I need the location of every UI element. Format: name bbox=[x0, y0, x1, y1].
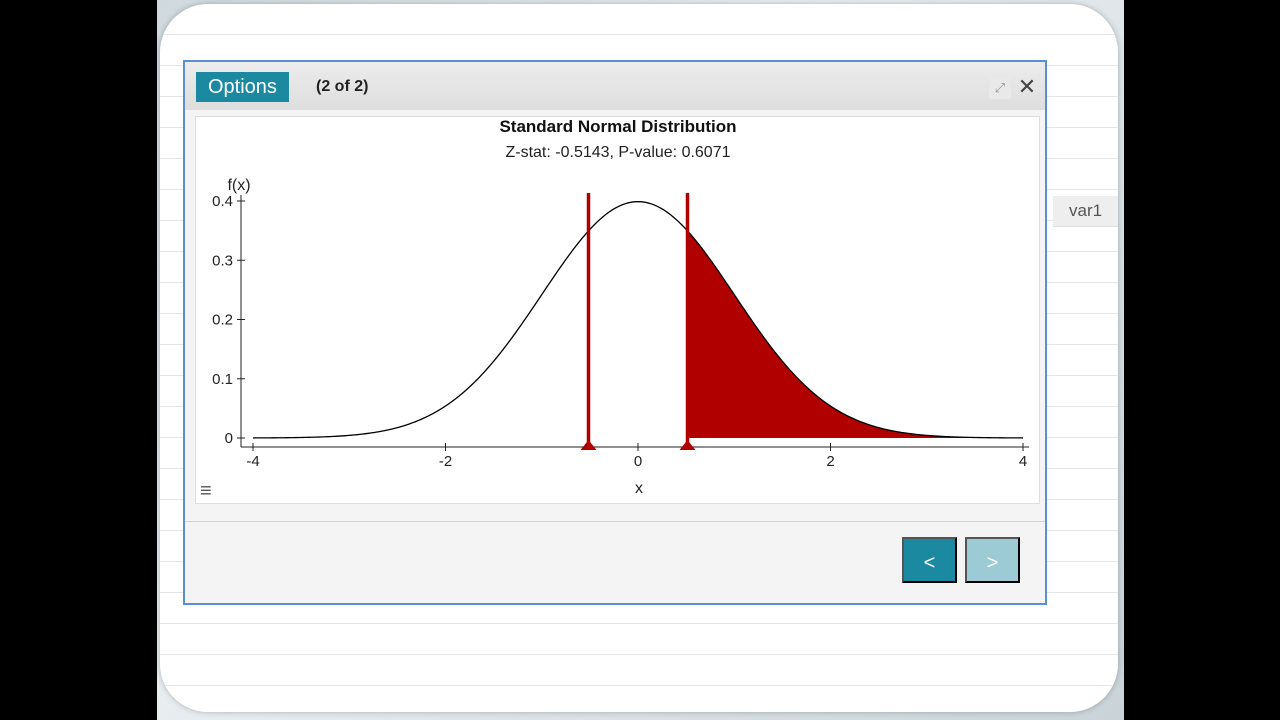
column-header-var1[interactable]: var1 bbox=[1053, 196, 1118, 227]
footer-divider bbox=[185, 521, 1045, 522]
y-tick-label: 0.2 bbox=[212, 312, 233, 329]
x-tick-label: -2 bbox=[439, 453, 452, 470]
dialog-titlebar: Options (2 of 2) ⤢ ✕ bbox=[185, 62, 1045, 110]
previous-button[interactable]: < bbox=[902, 537, 957, 583]
y-tick-label: 0.1 bbox=[212, 371, 233, 388]
hamburger-menu-icon[interactable]: ≡ bbox=[200, 481, 216, 501]
x-axis-label: x bbox=[635, 480, 643, 497]
next-button[interactable]: > bbox=[965, 537, 1020, 583]
page-indicator: (2 of 2) bbox=[316, 78, 369, 95]
critical-value-marker bbox=[580, 440, 597, 450]
y-tick-label: 0.3 bbox=[212, 252, 233, 269]
chart-dialog: Options (2 of 2) ⤢ ✕ Standard Normal Dis… bbox=[183, 60, 1047, 605]
chart-panel: Standard Normal Distribution Z-stat: -0.… bbox=[195, 116, 1040, 504]
y-tick-label: 0.4 bbox=[212, 193, 233, 210]
shaded-tail-area bbox=[687, 230, 1023, 438]
screen: var1 Options (2 of 2) ⤢ ✕ Standard Norma… bbox=[157, 0, 1124, 720]
critical-value-marker bbox=[679, 440, 696, 450]
x-tick-label: -4 bbox=[246, 453, 259, 470]
x-tick-label: 2 bbox=[826, 453, 834, 470]
y-tick-label: 0 bbox=[225, 430, 233, 447]
density-curve bbox=[252, 200, 1024, 439]
x-tick-label: 0 bbox=[634, 453, 642, 470]
y-axis-label: f(x) bbox=[227, 177, 250, 194]
x-tick-label: 4 bbox=[1019, 453, 1027, 470]
normal-distribution-chart: Standard Normal Distribution Z-stat: -0.… bbox=[212, 117, 1029, 497]
chart-title: Standard Normal Distribution bbox=[499, 117, 736, 136]
options-button[interactable]: Options bbox=[196, 72, 289, 102]
chart-subtitle: Z-stat: -0.5143, P-value: 0.6071 bbox=[505, 144, 730, 161]
close-icon[interactable]: ✕ bbox=[1015, 75, 1039, 99]
plot-area: -4 -2 0 2 4 0 0.1 0.2 0.3 0.4 bbox=[212, 193, 1029, 470]
expand-icon[interactable]: ⤢ bbox=[989, 77, 1011, 99]
